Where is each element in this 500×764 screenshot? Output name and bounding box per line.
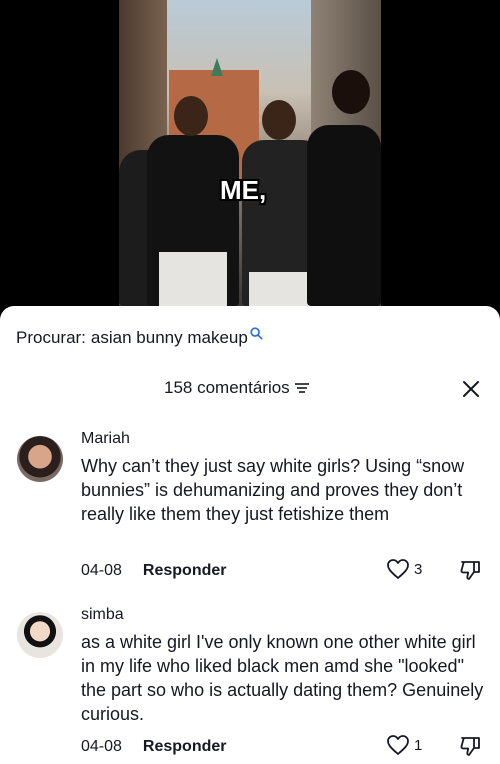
comments-header: 158 comentários bbox=[0, 376, 500, 400]
comment-username[interactable]: simba bbox=[81, 606, 124, 624]
like-button[interactable]: 1 bbox=[386, 734, 422, 756]
comments-count-label: 158 comentários bbox=[164, 378, 290, 397]
comment-username[interactable]: Mariah bbox=[81, 430, 130, 448]
search-suggestion[interactable]: Procurar: asian bunny makeup bbox=[16, 327, 263, 348]
like-button[interactable]: 3 bbox=[386, 558, 422, 580]
dislike-icon[interactable] bbox=[459, 734, 483, 758]
comment-meta: 04-08 Responder bbox=[81, 562, 227, 580]
video-caption: ME, bbox=[220, 175, 267, 205]
heart-icon bbox=[387, 559, 409, 579]
person-2-pants bbox=[159, 252, 227, 306]
dislike-icon[interactable] bbox=[459, 558, 483, 582]
search-label: Procurar: bbox=[16, 328, 86, 347]
reply-button[interactable]: Responder bbox=[143, 562, 227, 580]
comment-text: Why can’t they just say white girls? Usi… bbox=[81, 456, 465, 524]
close-icon[interactable] bbox=[460, 378, 482, 400]
person-2-head bbox=[174, 96, 208, 136]
like-count: 1 bbox=[414, 736, 423, 754]
like-count: 3 bbox=[414, 560, 423, 578]
filter-icon[interactable] bbox=[294, 381, 310, 395]
search-query[interactable]: asian bunny makeup bbox=[91, 328, 248, 348]
avatar[interactable] bbox=[17, 436, 63, 482]
heart-icon bbox=[387, 735, 409, 755]
search-icon bbox=[250, 327, 263, 340]
comment-text: as a white girl I've only known one othe… bbox=[81, 632, 484, 724]
comment-date: 04-08 bbox=[81, 738, 122, 755]
tower-spire bbox=[211, 58, 223, 76]
person-4 bbox=[307, 125, 381, 306]
person-3-head bbox=[262, 100, 296, 140]
avatar[interactable] bbox=[17, 612, 63, 658]
reply-button[interactable]: Responder bbox=[143, 738, 227, 756]
comments-count[interactable]: 158 comentários bbox=[164, 378, 310, 398]
video-player[interactable]: ME, bbox=[0, 0, 500, 306]
video-frame bbox=[119, 0, 381, 306]
comment-meta: 04-08 Responder bbox=[81, 738, 227, 756]
person-3-pants bbox=[249, 272, 311, 306]
comment-date: 04-08 bbox=[81, 562, 122, 579]
comments-sheet: Procurar: asian bunny makeup 158 comentá… bbox=[0, 306, 500, 764]
person-4-head bbox=[332, 70, 370, 114]
